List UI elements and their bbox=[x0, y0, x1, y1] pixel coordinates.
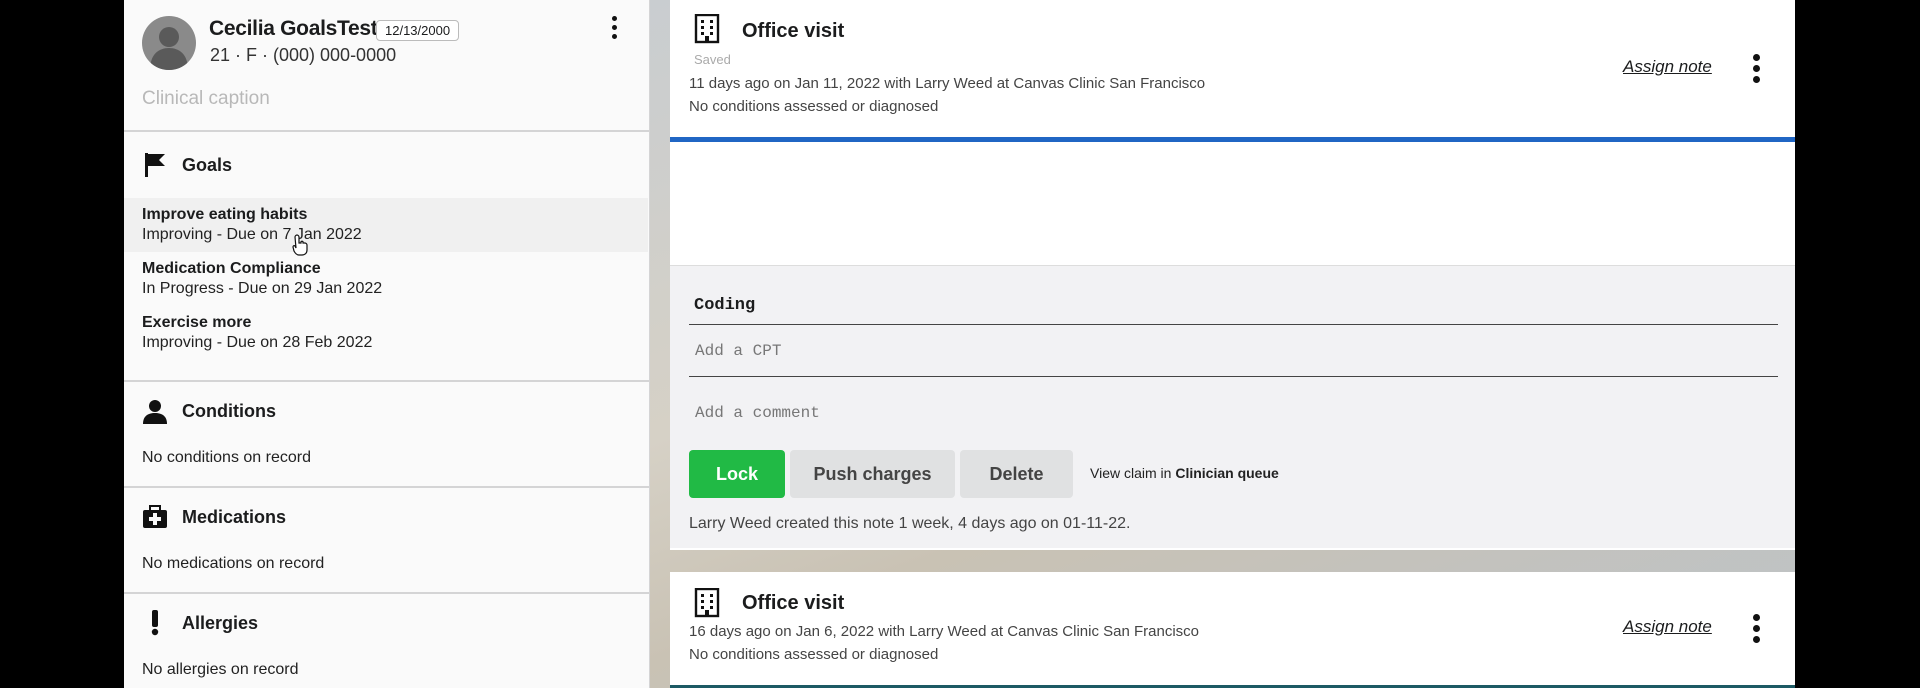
note-created-text: Larry Weed created this note 1 week, 4 d… bbox=[689, 515, 1131, 532]
allergies-empty: No allergies on record bbox=[142, 661, 299, 678]
goals-header: Goals bbox=[142, 152, 232, 178]
delete-button[interactable]: Delete bbox=[960, 450, 1073, 498]
cpt-input[interactable]: Add a CPT bbox=[695, 342, 781, 360]
goal-title: Improve eating habits bbox=[142, 206, 308, 223]
medications-header: Medications bbox=[142, 504, 286, 530]
app-window: Cecilia GoalsTest 12/13/2000 21 · F · (0… bbox=[0, 0, 1920, 688]
medications-section: Medications No medications on record bbox=[124, 488, 649, 594]
divider bbox=[689, 324, 1778, 325]
hand-cursor-icon bbox=[292, 234, 308, 256]
person-silhouette-icon bbox=[150, 27, 188, 70]
patient-name: Cecilia GoalsTest bbox=[209, 17, 378, 40]
saved-status: Saved bbox=[694, 52, 731, 67]
flag-icon bbox=[142, 152, 168, 178]
note-title: Office visit bbox=[742, 592, 845, 614]
note-card: Office visit 16 days ago on Jan 6, 2022 … bbox=[670, 572, 1795, 688]
goal-item[interactable]: Improve eating habits Improving - Due on… bbox=[124, 198, 648, 252]
lock-button[interactable]: Lock bbox=[689, 450, 785, 498]
allergies-section: Allergies No allergies on record bbox=[124, 594, 649, 688]
medical-kit-icon bbox=[142, 504, 168, 530]
note-body[interactable] bbox=[670, 142, 1795, 266]
view-claim-prefix: View claim in bbox=[1090, 465, 1172, 481]
conditions-empty: No conditions on record bbox=[142, 449, 311, 466]
goals-title: Goals bbox=[182, 154, 233, 175]
patient-header: Cecilia GoalsTest 12/13/2000 21 · F · (0… bbox=[124, 0, 649, 132]
goal-status: In Progress - Due on 29 Jan 2022 bbox=[142, 280, 383, 297]
avatar[interactable] bbox=[142, 16, 196, 70]
note-title: Office visit bbox=[742, 20, 845, 42]
patient-menu-icon[interactable] bbox=[610, 16, 618, 39]
clinical-caption[interactable]: Clinical caption bbox=[142, 88, 270, 110]
note-menu-icon[interactable] bbox=[1752, 614, 1760, 643]
goal-status: Improving - Due on 7 Jan 2022 bbox=[142, 226, 362, 243]
coding-title: Coding bbox=[694, 296, 756, 315]
note-diagnosis: No conditions assessed or diagnosed bbox=[689, 646, 939, 663]
note-card: Office visit Saved 11 days ago on Jan 11… bbox=[670, 0, 1795, 550]
view-claim-text: View claim in Clinician queue bbox=[1090, 465, 1279, 481]
building-icon bbox=[694, 588, 720, 618]
coding-section: Coding Add a CPT Add a comment Lock Push… bbox=[670, 266, 1795, 548]
goals-section: Goals Improve eating habits Improving - … bbox=[124, 132, 649, 382]
assign-note-link[interactable]: Assign note bbox=[1623, 57, 1712, 77]
goal-item[interactable]: Medication Compliance In Progress - Due … bbox=[124, 252, 648, 306]
clinician-queue-link[interactable]: Clinician queue bbox=[1175, 465, 1278, 481]
patient-demographics: 21 · F · (000) 000-0000 bbox=[210, 45, 397, 65]
medications-title: Medications bbox=[182, 506, 287, 527]
allergies-header: Allergies bbox=[142, 610, 258, 636]
goal-item[interactable]: Exercise more Improving - Due on 28 Feb … bbox=[124, 306, 648, 360]
person-icon bbox=[142, 398, 168, 424]
dob-badge: 12/13/2000 bbox=[376, 20, 460, 41]
goal-title: Medication Compliance bbox=[142, 260, 321, 277]
note-header: Office visit Saved 11 days ago on Jan 11… bbox=[670, 0, 1795, 142]
conditions-section: Conditions No conditions on record bbox=[124, 382, 649, 488]
note-menu-icon[interactable] bbox=[1752, 54, 1760, 83]
divider bbox=[689, 376, 1778, 377]
goal-title: Exercise more bbox=[142, 314, 252, 331]
goal-status: Improving - Due on 28 Feb 2022 bbox=[142, 334, 373, 351]
assign-note-link[interactable]: Assign note bbox=[1623, 617, 1712, 637]
exclamation-icon bbox=[142, 610, 168, 636]
conditions-header: Conditions bbox=[142, 398, 276, 424]
note-meta: 16 days ago on Jan 6, 2022 with Larry We… bbox=[689, 623, 1199, 640]
conditions-title: Conditions bbox=[182, 400, 276, 421]
allergies-title: Allergies bbox=[182, 612, 259, 633]
medications-empty: No medications on record bbox=[142, 555, 325, 572]
comment-input[interactable]: Add a comment bbox=[695, 404, 820, 422]
patient-sidebar: Cecilia GoalsTest 12/13/2000 21 · F · (0… bbox=[124, 0, 650, 688]
building-icon bbox=[694, 14, 720, 44]
note-diagnosis: No conditions assessed or diagnosed bbox=[689, 98, 939, 115]
note-meta: 11 days ago on Jan 11, 2022 with Larry W… bbox=[689, 75, 1206, 92]
push-charges-button[interactable]: Push charges bbox=[790, 450, 955, 498]
